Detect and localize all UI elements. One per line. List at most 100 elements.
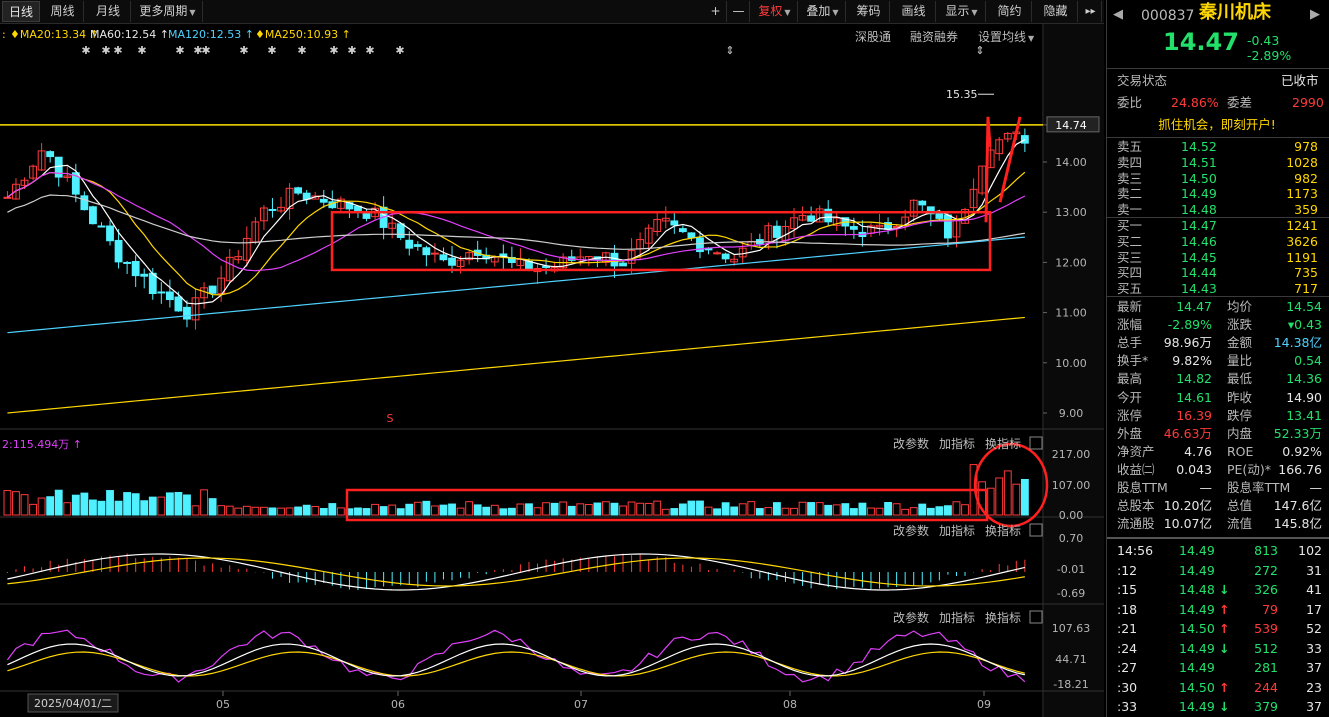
candle-body: [80, 195, 89, 211]
macd-dif-line: [7, 553, 1026, 591]
volume-bar: [790, 507, 798, 516]
chevron-down-icon: ▼: [971, 8, 978, 17]
quote-panel: ◀ 000837 秦川机床 ▶ 14.47 -0.43 -2.89% 交易状态 …: [1106, 0, 1329, 717]
star-icon: ✱: [347, 44, 356, 57]
zoom-in-button[interactable]: +: [705, 1, 727, 22]
volume-bar: [1012, 483, 1021, 516]
tick-volume: 539: [1254, 621, 1278, 636]
volume-bar: [713, 508, 721, 516]
xaxis-month-label: 05: [216, 698, 230, 711]
stat-value: 14.54: [1286, 299, 1322, 314]
ma-legend-label: MA120:12.53: [168, 28, 242, 41]
volume-bar: [140, 500, 149, 516]
fuquan-dropdown[interactable]: 复权 ▼: [752, 1, 798, 22]
bids-volume: 3626: [1286, 233, 1318, 249]
volume-bar: [636, 502, 645, 516]
tick-row: 14:56 14.49 813 102: [1107, 542, 1329, 560]
vol-switch-indicator[interactable]: 换指标: [985, 435, 1021, 452]
macd-axis-label: -0.69: [1057, 587, 1085, 600]
star-icon: ✱: [297, 44, 306, 57]
prev-stock-icon[interactable]: ◀: [1113, 6, 1123, 24]
macd-change-params[interactable]: 改参数: [893, 522, 929, 539]
volume-bar: [807, 502, 816, 516]
bids-label: 买二: [1117, 233, 1143, 249]
simple-button[interactable]: 简约: [988, 1, 1032, 22]
bids-price: 14.45: [1181, 249, 1217, 265]
volume-bar: [89, 499, 97, 516]
arrow-up-icon: ↑: [341, 28, 351, 41]
volume-bar: [644, 502, 653, 516]
stat-label: 换手*: [1117, 353, 1149, 369]
candle-body: [114, 239, 123, 263]
volume-bar: [46, 496, 55, 516]
asks-row: 卖二 14.49 1173: [1107, 186, 1329, 202]
overlay-label: 叠加: [806, 4, 831, 18]
vol-add-indicator[interactable]: 加指标: [939, 435, 975, 452]
vol-change-params[interactable]: 改参数: [893, 435, 929, 452]
volume-bar: [54, 489, 63, 516]
volume-bar: [550, 502, 559, 516]
chips-button[interactable]: 筹码: [848, 1, 890, 22]
candle-body: [405, 239, 414, 249]
link-shenguotong[interactable]: 深股通: [855, 28, 891, 45]
hide-button[interactable]: 隐藏: [1034, 1, 1078, 22]
macd-switch-indicator[interactable]: 换指标: [985, 522, 1021, 539]
tick-volume: 281: [1254, 660, 1278, 675]
volume-bar: [294, 506, 303, 516]
stat-value: 147.6亿: [1273, 498, 1322, 514]
close-panel-icon[interactable]: [1029, 610, 1043, 624]
star-icon: ✱: [239, 44, 248, 57]
volume-bar: [225, 505, 234, 516]
chevron-down-icon: ▼: [189, 8, 196, 17]
stat-value: 14.36: [1286, 371, 1322, 387]
volume-bar: [37, 497, 46, 516]
volume-bar: [944, 505, 952, 516]
link-margin[interactable]: 融资融券: [910, 28, 958, 45]
star-icon: ✱: [267, 44, 276, 57]
tab-daily[interactable]: 日线: [2, 1, 40, 22]
tab-weekly[interactable]: 周线: [42, 1, 84, 22]
ma-legend-item: ♦MA20:13.34 ↑: [10, 28, 99, 41]
kdj-change-params[interactable]: 改参数: [893, 609, 929, 626]
overlay-dropdown[interactable]: 叠加 ▼: [800, 1, 846, 22]
volume-bar: [379, 506, 388, 516]
volume-bar: [217, 505, 226, 516]
close-panel-icon[interactable]: [1029, 523, 1043, 537]
close-panel-icon[interactable]: [1029, 436, 1043, 450]
bids-row: 买五 14.43 717: [1107, 281, 1329, 297]
candle-body: [106, 225, 114, 242]
volume-bar: [242, 505, 251, 516]
candle-body: [1020, 135, 1029, 144]
volume-bar: [602, 501, 610, 516]
kdj-add-indicator[interactable]: 加指标: [939, 609, 975, 626]
kdj-switch-indicator[interactable]: 换指标: [985, 609, 1021, 626]
link-ma-settings[interactable]: 设置均线 ▼: [978, 28, 1034, 45]
display-dropdown[interactable]: 显示 ▼: [938, 1, 986, 22]
tab-monthly[interactable]: 月线: [86, 1, 131, 22]
tick-time: :33: [1117, 699, 1138, 714]
volume-bar: [730, 506, 739, 516]
stat-label: 股息TTM: [1117, 480, 1168, 495]
macd-add-indicator[interactable]: 加指标: [939, 522, 975, 539]
open-account-banner[interactable]: 抓住机会，即刻开户!: [1147, 115, 1287, 135]
draw-button[interactable]: 画线: [892, 1, 936, 22]
zoom-out-button[interactable]: —: [728, 1, 750, 22]
volume-bar: [80, 492, 89, 516]
candle-body: [165, 291, 174, 301]
chart-toolbar: 日线 周线 月线 更多周期 ▼ + — 复权 ▼ 叠加 ▼ 筹码 画线 显示 ▼ 简约 …: [0, 0, 1104, 24]
bids-volume: 717: [1294, 281, 1318, 297]
volume-bar: [285, 507, 294, 516]
candle-body: [944, 214, 952, 239]
volume-bar: [619, 505, 627, 516]
arrow-down-icon: ↓: [1219, 640, 1230, 656]
kline-chart[interactable]: 14.7414.0013.0012.0011.0010.009.0014.741…: [0, 24, 1104, 717]
tick-row: :15 14.48 ↓ 326 41: [1107, 581, 1329, 599]
tick-count: 102: [1298, 543, 1322, 558]
next-stock-icon[interactable]: ▶: [1310, 6, 1320, 24]
asks-volume: 1028: [1286, 154, 1318, 170]
more-periods-dropdown[interactable]: 更多周期 ▼: [133, 1, 203, 22]
volume-bar: [507, 507, 516, 516]
tick-time: 14:56: [1117, 543, 1154, 558]
stat-label: 最低: [1227, 371, 1253, 387]
expand-icon[interactable]: ▸▸: [1080, 1, 1102, 22]
